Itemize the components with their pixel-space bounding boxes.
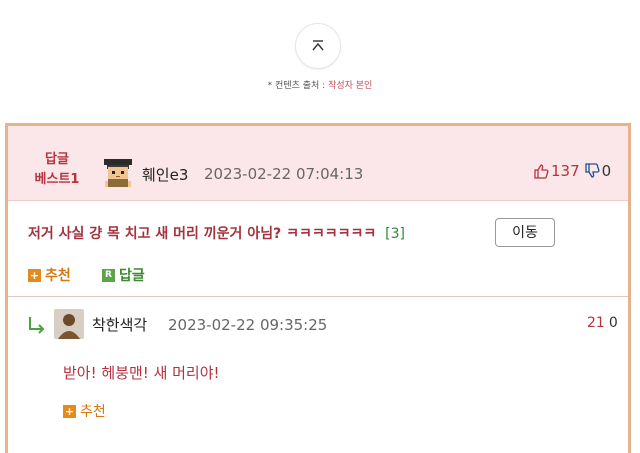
reply-votes: 21 0 — [587, 315, 618, 331]
plus-icon: + — [28, 268, 41, 282]
reply-arrow-icon — [29, 317, 45, 334]
best-reply-badge: 답글 베스트1 — [18, 150, 96, 190]
divider — [8, 296, 628, 297]
reply-label: 답글 — [119, 268, 145, 284]
like-count: 137 — [551, 162, 580, 180]
reply-like-count[interactable]: 21 — [587, 315, 605, 331]
source-prefix: * 컨텐츠 출처 : — [267, 81, 326, 91]
chevron-up-icon — [312, 40, 324, 51]
badge-line1: 답글 — [45, 152, 69, 167]
best-comment-header: 답글 베스트1 훼인e3 2023-02-22 07:04:13 137 0 — [8, 126, 628, 201]
best-comment-votes: 137 0 — [533, 162, 611, 180]
scroll-top-button[interactable] — [295, 23, 341, 69]
pixel-avatar-icon — [104, 159, 132, 187]
reply-count[interactable]: [3] — [385, 226, 405, 242]
reply-recommend-label: 추천 — [80, 404, 106, 420]
reply-dislike-count[interactable]: 0 — [609, 315, 618, 331]
best-comment-timestamp: 2023-02-22 07:04:13 — [204, 165, 364, 183]
best-comment-nickname[interactable]: 훼인e3 — [142, 164, 188, 185]
move-button[interactable]: 이동 — [495, 218, 555, 247]
user-avatar — [54, 309, 84, 339]
best-comment-body: 저거 사실 걍 목 치고 새 머리 끼운거 아님? ㅋㅋㅋㅋㅋㅋㅋ [3] — [28, 223, 405, 243]
thumbs-down-icon[interactable] — [584, 163, 600, 179]
best-comment-text: 저거 사실 걍 목 치고 새 머리 끼운거 아님? ㅋㅋㅋㅋㅋㅋㅋ — [28, 226, 377, 242]
reply-timestamp: 2023-02-22 09:35:25 — [168, 316, 328, 334]
dislike-count: 0 — [601, 162, 612, 180]
source-author-link[interactable]: 작성자 본인 — [328, 81, 372, 91]
badge-line2: 베스트1 — [34, 172, 80, 187]
comment-panel: 답글 베스트1 훼인e3 2023-02-22 07:04:13 137 0 저… — [5, 123, 631, 453]
reply-button[interactable]: R 답글 — [102, 265, 145, 285]
content-source: * 컨텐츠 출처 : 작성자 본인 — [0, 78, 640, 91]
recommend-button[interactable]: + 추천 — [28, 265, 71, 285]
reply-body: 받아! 헤붕맨! 새 머리야! — [63, 364, 220, 382]
reply-r-icon: R — [102, 268, 115, 282]
reply-recommend-button[interactable]: + 추천 — [63, 401, 106, 421]
reply-nickname[interactable]: 착한색각 — [92, 314, 147, 335]
recommend-label: 추천 — [45, 268, 71, 284]
thumbs-up-icon[interactable] — [533, 163, 549, 179]
plus-icon: + — [63, 404, 76, 418]
